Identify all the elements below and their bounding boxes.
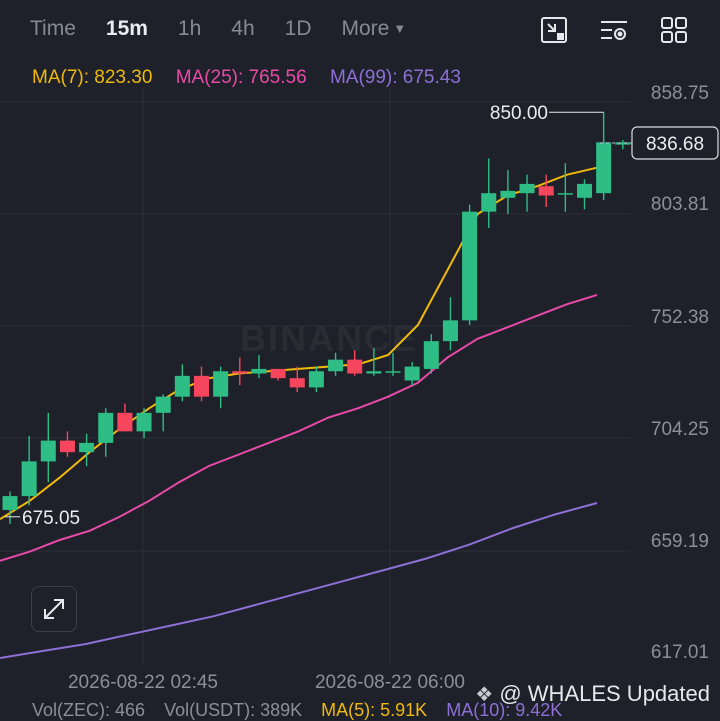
- candle-body: [98, 412, 114, 443]
- candle-body: [40, 440, 56, 462]
- candle-body: [442, 320, 458, 342]
- y-tick-label: 659.19: [651, 531, 709, 552]
- candle-body: [519, 183, 535, 194]
- candle-body: [500, 190, 516, 198]
- y-tick-label: 617.01: [651, 642, 709, 663]
- candle-body: [21, 461, 37, 497]
- y-tick-label: 704.25: [651, 419, 709, 440]
- candle-body: [481, 193, 497, 212]
- candle-body: [577, 183, 592, 198]
- candle-body: [328, 359, 344, 372]
- y-tick-label: 752.38: [651, 307, 709, 328]
- vol-usdt: Vol(USDT): 389K: [164, 700, 303, 720]
- candle-body: [2, 496, 18, 510]
- candle-body: [232, 371, 248, 374]
- candle-body: [59, 440, 75, 453]
- volume-legend: Vol(ZEC): 466 Vol(USDT): 389K MA(5): 5.9…: [32, 700, 576, 721]
- candle-body: [79, 442, 95, 453]
- x-tick-label: 2026-08-22 06:00: [315, 672, 465, 693]
- candle-body: [194, 375, 209, 397]
- candle-body: [557, 193, 573, 195]
- current-price-label: 836.68: [646, 134, 704, 155]
- candle-body: [423, 341, 439, 369]
- high-price-label: 850.00: [490, 103, 548, 124]
- vol-ma5: MA(5): 5.91K: [321, 700, 428, 720]
- candle-body: [596, 142, 612, 194]
- candle-body: [347, 359, 363, 374]
- candle-body: [366, 371, 382, 374]
- candle-body: [155, 396, 171, 413]
- candle-body: [117, 412, 133, 432]
- y-tick-label: 858.75: [651, 83, 709, 104]
- candle-body: [136, 412, 152, 432]
- ma-line-1: [0, 293, 598, 562]
- low-price-label: 675.05: [22, 508, 80, 529]
- candle-body: [251, 368, 267, 374]
- candle-body: [213, 371, 229, 397]
- candle-body: [538, 186, 554, 196]
- candle-body: [289, 378, 305, 388]
- expand-chart-button[interactable]: [31, 586, 77, 632]
- candle-body: [174, 375, 190, 397]
- expand-icon: [44, 599, 64, 619]
- candle-body: [462, 211, 478, 321]
- vol-ma10: MA(10): 9.42K: [446, 700, 563, 720]
- vol-zec: Vol(ZEC): 466: [32, 700, 146, 720]
- candle-body: [385, 371, 401, 373]
- candle-body: [308, 371, 324, 388]
- y-tick-label: 803.81: [651, 194, 709, 215]
- candle-body: [270, 368, 286, 379]
- ma-line-0: [0, 166, 598, 521]
- candle-body: [404, 366, 420, 381]
- candle-body: [615, 142, 631, 145]
- candlestick-chart[interactable]: 858.75 803.81 752.38 704.25 659.19 617.01 2026…: [0, 0, 720, 720]
- ma-line-2: [0, 502, 598, 659]
- x-tick-label: 2026-08-22 02:45: [68, 672, 218, 693]
